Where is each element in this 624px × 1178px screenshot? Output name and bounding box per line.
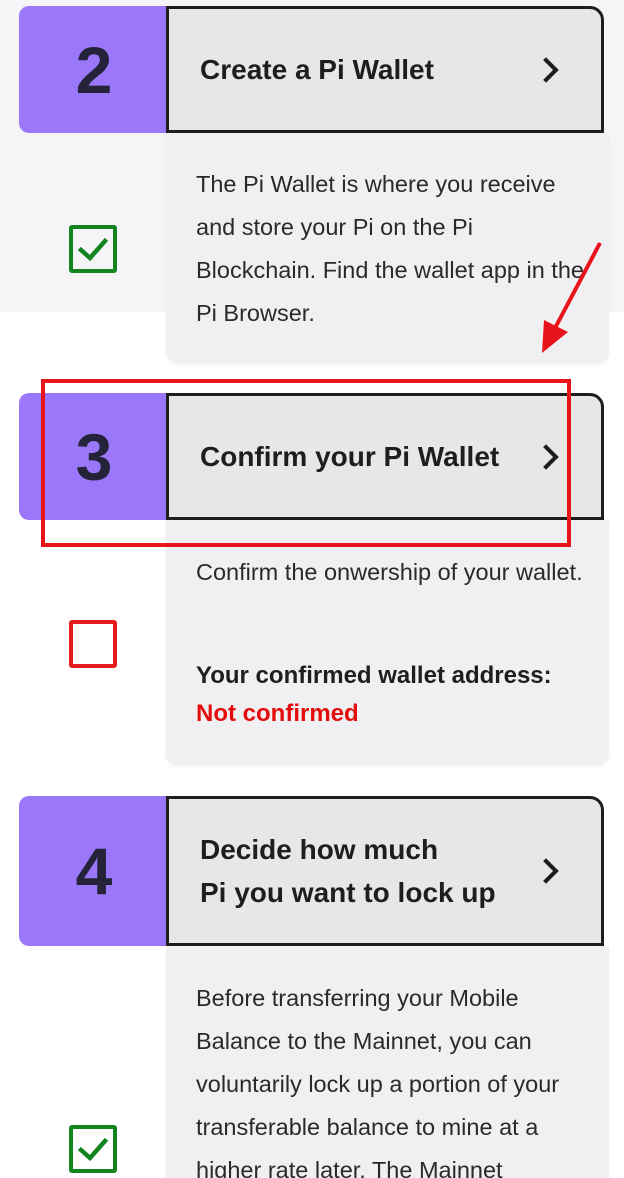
step-number-text: 2 xyxy=(75,32,113,107)
step-number-text: 3 xyxy=(75,419,113,494)
step-header-confirm-wallet[interactable]: Confirm your Pi Wallet xyxy=(166,393,604,520)
step-number: 3 xyxy=(19,393,169,520)
chevron-right-icon xyxy=(533,858,559,884)
wallet-address-label: Your confirmed wallet address: xyxy=(196,662,552,689)
step-description: Confirm the onwership of your wallet. xyxy=(196,559,583,585)
step-title: Confirm your Pi Wallet xyxy=(200,441,500,472)
step-header-lock-up[interactable]: Decide how much Pi you want to lock up xyxy=(166,796,604,946)
chevron-right-icon xyxy=(533,443,559,470)
step-description: Before transferring your Mobile Balance … xyxy=(196,985,560,1178)
step-description: The Pi Wallet is where you receive and s… xyxy=(196,171,584,326)
checkbox-checked-icon[interactable] xyxy=(69,1125,117,1173)
step-title: Create a Pi Wallet xyxy=(200,54,434,85)
page: 2 Create a Pi Wallet The Pi Wallet is wh… xyxy=(0,0,624,1178)
chevron-right-icon xyxy=(533,56,559,83)
step-number: 4 xyxy=(19,796,169,946)
checkbox-checked-icon[interactable] xyxy=(69,225,117,273)
checkbox-empty-icon[interactable] xyxy=(69,620,117,668)
step-number-text: 4 xyxy=(75,834,113,908)
wallet-address-status: Not confirmed xyxy=(196,700,359,727)
step-header-create-wallet[interactable]: Create a Pi Wallet xyxy=(166,6,604,133)
step-title: Decide how much Pi you want to lock up xyxy=(200,834,496,908)
step-number: 2 xyxy=(19,6,169,133)
